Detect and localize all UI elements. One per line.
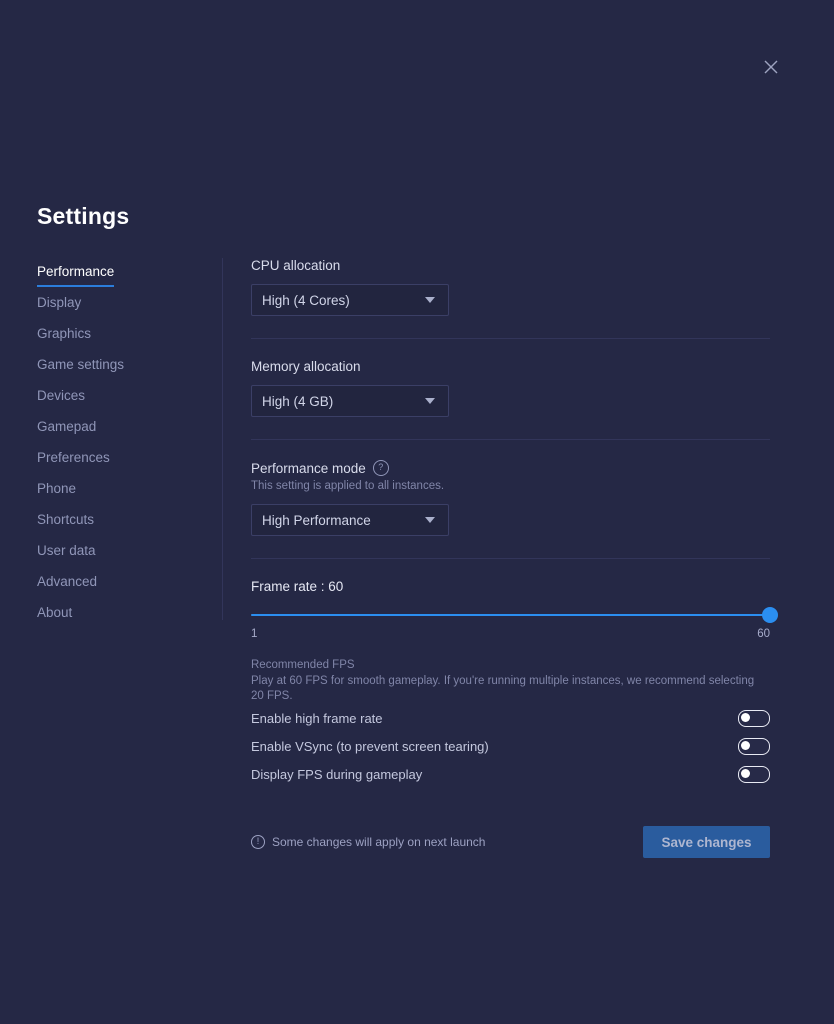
toggle-vsync[interactable] bbox=[738, 737, 770, 755]
toggle-knob bbox=[741, 712, 750, 722]
sidebar-item-label: Game settings bbox=[37, 357, 125, 372]
sidebar-item-phone[interactable]: Phone bbox=[37, 479, 207, 510]
cpu-allocation-value: High (4 Cores) bbox=[262, 292, 350, 308]
recommended-fps-title: Recommended FPS bbox=[251, 659, 355, 671]
sidebar-item-about[interactable]: About bbox=[37, 603, 207, 634]
toggle-label-display-fps: Display FPS during gameplay bbox=[251, 766, 423, 782]
settings-sidebar: Performance Display Graphics Game settin… bbox=[37, 262, 207, 634]
sidebar-content-divider bbox=[222, 258, 223, 620]
section-divider bbox=[251, 439, 770, 440]
memory-allocation-label: Memory allocation bbox=[251, 359, 361, 374]
performance-mode-label: Performance mode bbox=[251, 460, 366, 476]
frame-rate-title: Frame rate : 60 bbox=[251, 579, 344, 594]
toggle-high-frame-rate[interactable] bbox=[738, 709, 770, 727]
toggle-knob bbox=[741, 768, 750, 778]
memory-allocation-value: High (4 GB) bbox=[262, 393, 334, 409]
cpu-allocation-label: CPU allocation bbox=[251, 258, 341, 273]
sidebar-item-label: Shortcuts bbox=[37, 512, 95, 527]
sidebar-item-gamepad[interactable]: Gamepad bbox=[37, 417, 207, 448]
performance-mode-select[interactable]: High Performance bbox=[251, 504, 449, 536]
sidebar-item-graphics[interactable]: Graphics bbox=[37, 324, 207, 355]
frame-rate-slider[interactable] bbox=[251, 607, 778, 623]
sidebar-item-label: Advanced bbox=[37, 574, 98, 589]
section-divider bbox=[251, 338, 770, 339]
sidebar-item-label: User data bbox=[37, 543, 96, 558]
slider-fill bbox=[251, 614, 770, 616]
save-changes-button[interactable]: Save changes bbox=[643, 826, 770, 858]
chevron-down-icon bbox=[425, 297, 435, 303]
sidebar-item-label: Preferences bbox=[37, 450, 110, 465]
sidebar-item-label: Devices bbox=[37, 388, 86, 403]
recommended-fps-text: Play at 60 FPS for smooth gameplay. If y… bbox=[251, 675, 755, 702]
toggle-display-fps[interactable] bbox=[738, 765, 770, 783]
sidebar-item-label: Phone bbox=[37, 481, 77, 496]
toggle-knob bbox=[741, 740, 750, 750]
slider-scale: 1 60 bbox=[251, 628, 770, 640]
toggle-label-high-frame-rate: Enable high frame rate bbox=[251, 710, 383, 726]
sidebar-item-label: Performance bbox=[37, 262, 115, 287]
sidebar-item-label: About bbox=[37, 605, 73, 620]
sidebar-item-user-data[interactable]: User data bbox=[37, 541, 207, 572]
memory-allocation-group: Memory allocation High (4 GB) bbox=[251, 359, 770, 417]
performance-mode-note: This setting is applied to all instances… bbox=[251, 480, 445, 492]
sidebar-item-advanced[interactable]: Advanced bbox=[37, 572, 207, 603]
close-icon bbox=[763, 59, 779, 75]
performance-mode-group: Performance mode ? This setting is appli… bbox=[251, 460, 770, 536]
performance-mode-value: High Performance bbox=[262, 512, 371, 528]
sidebar-item-performance[interactable]: Performance bbox=[37, 262, 207, 293]
toggle-row: Enable VSync (to prevent screen tearing) bbox=[251, 732, 770, 760]
info-icon: ! bbox=[251, 835, 265, 849]
apply-note-text: Some changes will apply on next launch bbox=[272, 835, 486, 849]
slider-min-label: 1 bbox=[251, 628, 258, 640]
toggle-row: Enable high frame rate bbox=[251, 704, 770, 732]
page-title: Settings bbox=[37, 203, 130, 229]
cpu-allocation-select[interactable]: High (4 Cores) bbox=[251, 284, 449, 316]
slider-thumb[interactable] bbox=[762, 607, 778, 623]
sidebar-item-game-settings[interactable]: Game settings bbox=[37, 355, 207, 386]
chevron-down-icon bbox=[425, 517, 435, 523]
slider-max-label: 60 bbox=[757, 628, 770, 640]
frame-rate-group: Frame rate : 60 1 60 Recommended FPS Pla… bbox=[251, 579, 778, 704]
sidebar-item-preferences[interactable]: Preferences bbox=[37, 448, 207, 479]
apply-note: ! Some changes will apply on next launch bbox=[251, 835, 485, 849]
sidebar-item-label: Gamepad bbox=[37, 419, 97, 434]
toggle-label-vsync: Enable VSync (to prevent screen tearing) bbox=[251, 738, 489, 754]
section-divider bbox=[251, 558, 770, 559]
sidebar-item-label: Graphics bbox=[37, 326, 92, 341]
toggle-row: Display FPS during gameplay bbox=[251, 760, 770, 788]
close-button[interactable] bbox=[756, 52, 786, 82]
cpu-allocation-group: CPU allocation High (4 Cores) bbox=[251, 258, 770, 316]
sidebar-item-display[interactable]: Display bbox=[37, 293, 207, 324]
sidebar-item-shortcuts[interactable]: Shortcuts bbox=[37, 510, 207, 541]
sidebar-item-devices[interactable]: Devices bbox=[37, 386, 207, 417]
settings-content: CPU allocation High (4 Cores) Memory all… bbox=[251, 258, 778, 858]
question-mark-icon[interactable]: ? bbox=[372, 460, 389, 476]
performance-mode-label-row: Performance mode ? bbox=[251, 460, 770, 476]
settings-footer: ! Some changes will apply on next launch… bbox=[251, 826, 770, 858]
sidebar-item-label: Display bbox=[37, 295, 82, 310]
memory-allocation-select[interactable]: High (4 GB) bbox=[251, 385, 449, 417]
chevron-down-icon bbox=[425, 398, 435, 404]
